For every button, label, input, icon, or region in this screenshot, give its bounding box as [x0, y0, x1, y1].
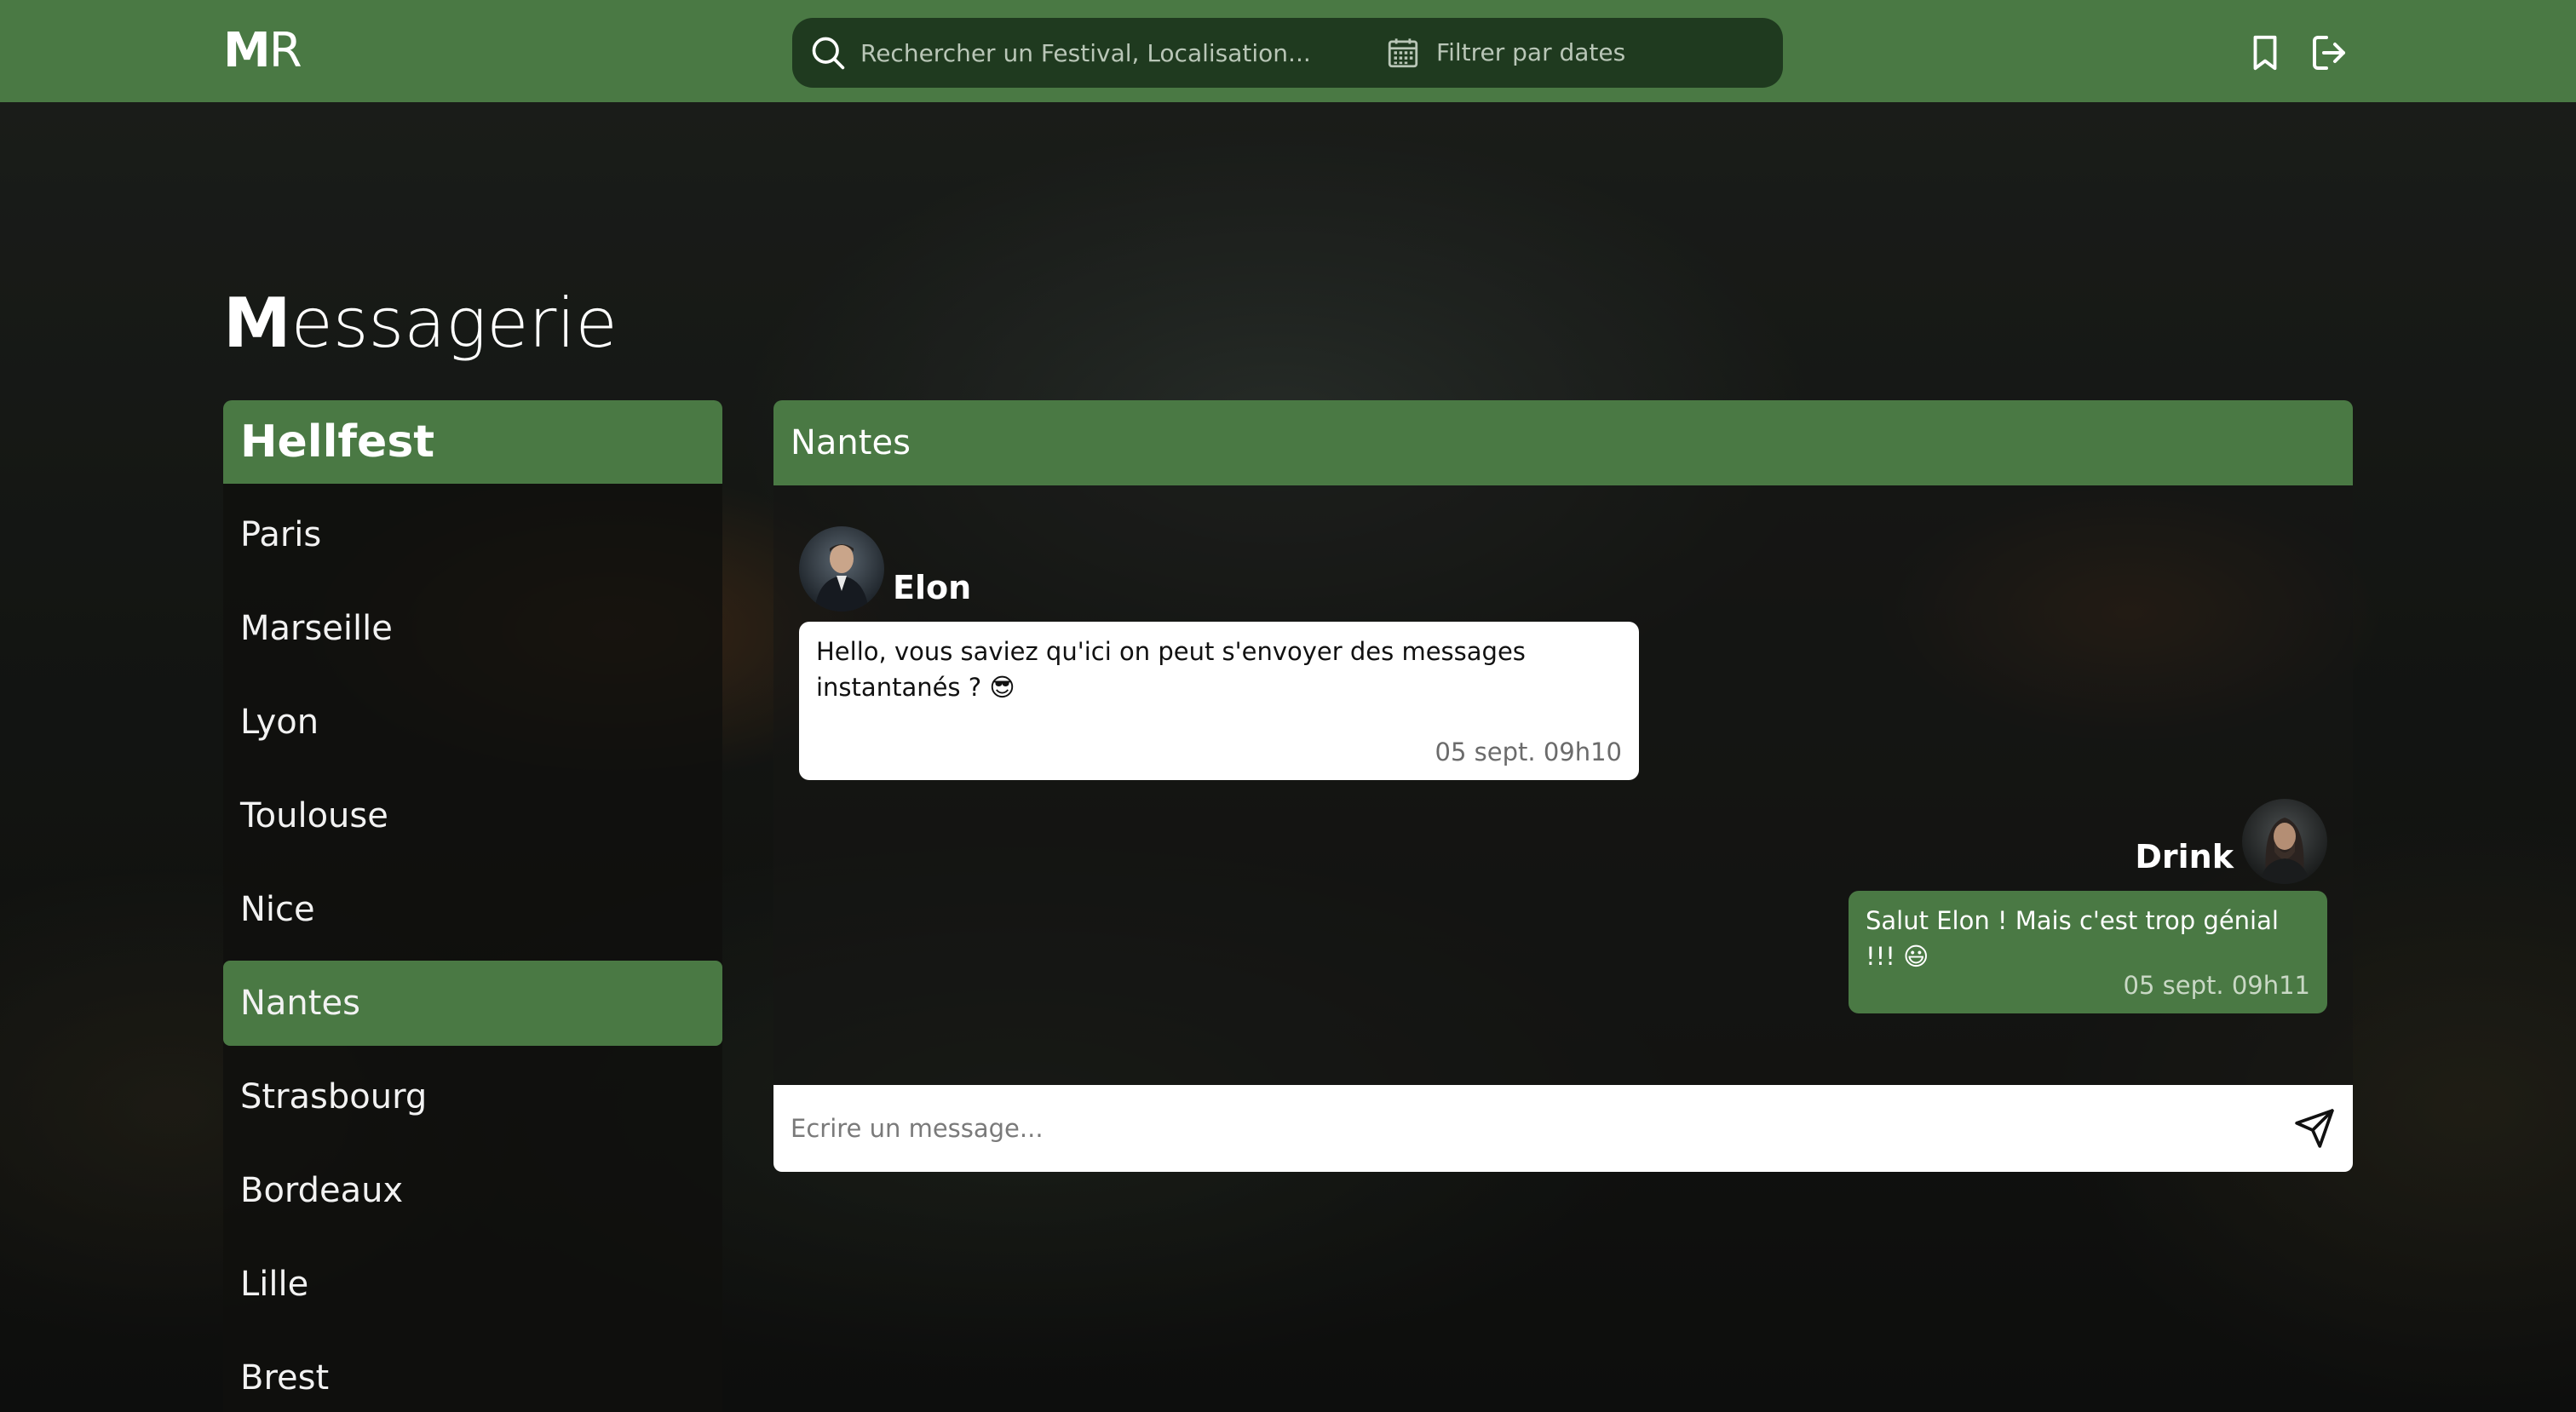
message-timestamp: 05 sept. 09h10 [1435, 738, 1622, 766]
message-bubble-incoming: Hello, vous saviez qu'ici on peut s'envo… [799, 622, 1639, 780]
page-title-first: M [223, 284, 291, 363]
message-text-line: instantanés ? 😎 [816, 673, 1015, 702]
logo[interactable]: MR [223, 23, 302, 78]
search-bar: Filtrer par dates [792, 18, 1783, 88]
sidebar-item-nantes[interactable]: Nantes [223, 961, 722, 1046]
send-icon[interactable] [2293, 1107, 2336, 1150]
chat-panel: Nantes Elon Hello, vous saviez qu'ici on… [773, 400, 2353, 1172]
message-text-line: Hello, vous saviez qu'ici on peut s'envo… [816, 637, 1526, 666]
search-icon[interactable] [809, 34, 847, 72]
top-bar: MR Filtrer par dates [0, 0, 2576, 102]
avatar-drink[interactable] [2242, 799, 2327, 884]
sidebar-item-toulouse[interactable]: Toulouse [223, 773, 722, 858]
search-input[interactable] [860, 35, 1337, 71]
chat-room-title: Nantes [773, 400, 2353, 485]
sidebar-item-lille[interactable]: Lille [223, 1242, 722, 1327]
sidebar-item-strasbourg[interactable]: Strasbourg [223, 1054, 722, 1139]
sidebar-item-nice[interactable]: Nice [223, 867, 722, 952]
bookmark-icon[interactable] [2245, 32, 2285, 73]
page-title-rest: essagerie [290, 284, 618, 363]
message-input[interactable] [791, 1111, 2239, 1146]
sender-name: Drink [2135, 838, 2234, 875]
sender-name: Elon [893, 569, 972, 606]
sidebar-item-paris[interactable]: Paris [223, 492, 722, 577]
message-bubble-outgoing: Salut Elon ! Mais c'est trop génial !!! … [1849, 891, 2327, 1013]
message-text-line: Salut Elon ! Mais c'est trop génial !!! … [1866, 906, 2279, 971]
sidebar-item-lyon[interactable]: Lyon [223, 680, 722, 765]
page-title: Messagerie [223, 281, 618, 366]
sidebar-festival-title: Hellfest [223, 400, 722, 484]
date-filter[interactable]: Filtrer par dates [1436, 35, 1625, 71]
sidebar-item-bordeaux[interactable]: Bordeaux [223, 1148, 722, 1233]
avatar-elon[interactable] [799, 526, 884, 611]
message-composer [773, 1085, 2353, 1172]
sidebar: Hellfest Paris Marseille Lyon Toulouse N… [223, 400, 722, 1412]
logo-r: R [268, 23, 302, 78]
message-timestamp: 05 sept. 09h11 [2123, 971, 2310, 1000]
sidebar-item-brest[interactable]: Brest [223, 1335, 722, 1412]
logo-m: M [223, 23, 271, 78]
calendar-icon[interactable] [1385, 35, 1421, 71]
sidebar-item-marseille[interactable]: Marseille [223, 586, 722, 671]
logout-icon[interactable] [2309, 32, 2351, 73]
